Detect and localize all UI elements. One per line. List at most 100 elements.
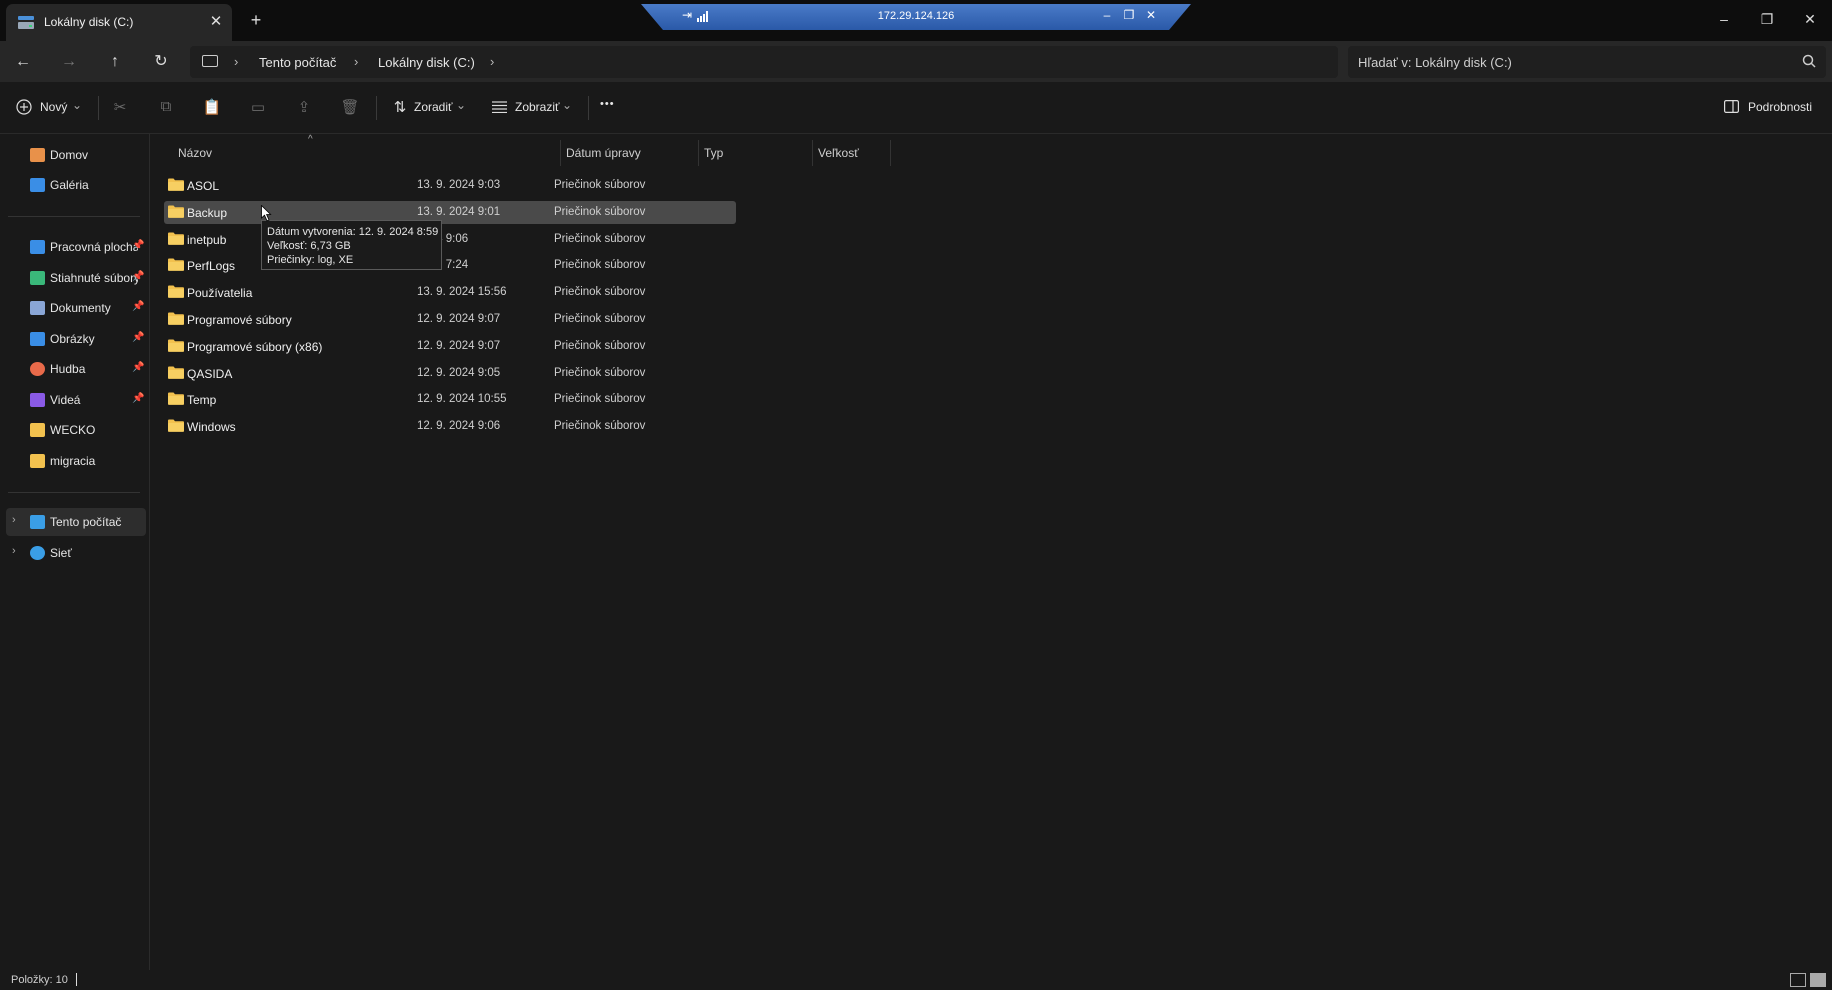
file-date: 12. 9. 2024 10:55 bbox=[417, 393, 507, 406]
forward-button[interactable]: → bbox=[56, 50, 82, 74]
divider bbox=[588, 96, 589, 120]
pin-icon: 📌 bbox=[132, 301, 145, 312]
sidebar-item-videos[interactable]: Videá 📌 bbox=[6, 386, 146, 414]
network-icon bbox=[30, 546, 45, 560]
tab-close-button[interactable]: ✕ bbox=[206, 12, 226, 32]
address-bar[interactable]: › Tento počítač › Lokálny disk (C:) › bbox=[190, 46, 1338, 78]
sidebar-item-documents[interactable]: Dokumenty 📌 bbox=[6, 294, 146, 322]
rename-icon[interactable]: ▭ bbox=[248, 98, 268, 116]
computer-icon bbox=[30, 515, 45, 529]
sidebar-item-wecko[interactable]: WECKO bbox=[6, 416, 146, 444]
file-row[interactable]: PerfLogs 2022 7:24 Priečinok súborov bbox=[164, 254, 736, 277]
column-header-size[interactable]: Veľkosť bbox=[812, 140, 891, 166]
more-options-button[interactable]: ••• bbox=[600, 98, 615, 110]
file-type: Priečinok súborov bbox=[554, 205, 646, 218]
folder-icon bbox=[30, 423, 45, 437]
view-icon bbox=[492, 101, 507, 113]
refresh-button[interactable]: ↻ bbox=[148, 50, 174, 74]
breadcrumb-this-pc[interactable]: Tento počítač bbox=[259, 55, 336, 70]
sidebar-item-migracia[interactable]: migracia bbox=[6, 447, 146, 475]
file-date: 12. 9. 2024 9:07 bbox=[417, 339, 501, 352]
breadcrumb-chevron[interactable]: › bbox=[234, 54, 238, 69]
rdp-minimize-button[interactable]: – bbox=[1099, 8, 1115, 22]
tab-local-disk[interactable]: Lokálny disk (C:) ✕ bbox=[6, 4, 232, 41]
pin-icon: 📌 bbox=[132, 362, 145, 373]
column-header-type[interactable]: Typ bbox=[698, 140, 813, 166]
folder-icon bbox=[168, 258, 184, 272]
item-count: Položky: 10 bbox=[11, 974, 68, 986]
documents-icon bbox=[30, 301, 45, 315]
column-header-date[interactable]: Dátum úpravy bbox=[560, 140, 699, 166]
sidebar-item-label: Pracovná plocha bbox=[50, 240, 138, 254]
details-view-button[interactable] bbox=[1790, 973, 1806, 987]
file-row[interactable]: inetpub 2024 9:06 Priečinok súborov bbox=[164, 228, 736, 251]
file-row[interactable]: Programové súbory 12. 9. 2024 9:07 Priečin… bbox=[164, 308, 736, 331]
tiles-view-button[interactable] bbox=[1810, 973, 1826, 987]
delete-icon[interactable]: 🗑 bbox=[340, 98, 360, 116]
file-name: Temp bbox=[187, 393, 217, 408]
search-icon bbox=[1802, 54, 1816, 68]
file-date: 13. 9. 2024 9:01 bbox=[417, 205, 501, 218]
file-name: Backup bbox=[187, 205, 228, 220]
file-row[interactable]: Temp 12. 9. 2024 10:55 Priečinok súborov bbox=[164, 388, 736, 411]
breadcrumb-local-disk[interactable]: Lokálny disk (C:) bbox=[378, 55, 475, 70]
expand-chevron-icon[interactable]: › bbox=[12, 545, 16, 557]
pictures-icon bbox=[30, 332, 45, 346]
file-type: Priečinok súborov bbox=[554, 313, 646, 325]
rdp-restore-button[interactable]: ❐ bbox=[1121, 8, 1137, 22]
sidebar-item-network[interactable]: › Sieť bbox=[6, 539, 146, 567]
breadcrumb-chevron[interactable]: › bbox=[354, 54, 358, 69]
sort-caret-icon: ^ bbox=[308, 134, 313, 145]
file-row[interactable]: Backup 13. 9. 2024 9:01 Priečinok súborov bbox=[164, 200, 736, 224]
up-button[interactable]: ↑ bbox=[102, 50, 128, 74]
file-row[interactable]: Windows 12. 9. 2024 9:06 Priečinok súborov bbox=[164, 415, 736, 438]
search-input[interactable]: Hľadať v: Lokálny disk (C:) bbox=[1358, 55, 1512, 70]
sidebar-item-label: Domov bbox=[50, 148, 89, 162]
folder-icon bbox=[168, 178, 184, 191]
search-box[interactable]: Hľadať v: Lokálny disk (C:) bbox=[1348, 46, 1826, 78]
column-divider[interactable] bbox=[890, 140, 891, 166]
rdp-close-button[interactable]: ✕ bbox=[1143, 8, 1159, 22]
file-row[interactable]: Programové súbory (x86) 12. 9. 2024 9:07 P… bbox=[164, 335, 736, 358]
sidebar-item-label: Obrázky bbox=[50, 332, 95, 346]
close-button[interactable]: ✕ bbox=[1795, 8, 1825, 30]
maximize-button[interactable]: ❐ bbox=[1752, 8, 1782, 30]
breadcrumb-chevron[interactable]: › bbox=[490, 54, 494, 69]
paste-icon[interactable]: 📋 bbox=[202, 98, 222, 116]
column-header-label: Veľkosť bbox=[818, 146, 859, 160]
sidebar-item-label: Videá bbox=[50, 393, 81, 407]
computer-icon bbox=[202, 55, 218, 67]
sidebar-item-label: Galéria bbox=[50, 178, 89, 192]
folder-icon bbox=[168, 366, 184, 379]
file-type: Priečinok súborov bbox=[554, 339, 646, 352]
sidebar-item-downloads[interactable]: Stiahnuté súbory 📌 bbox=[6, 264, 146, 292]
share-icon[interactable]: ⇪ bbox=[294, 98, 314, 116]
file-row[interactable]: QASIDA 12. 9. 2024 9:05 Priečinok súborov bbox=[164, 362, 736, 385]
details-button[interactable]: Podrobnosti bbox=[1748, 100, 1812, 114]
sort-button[interactable]: Zoradiť bbox=[414, 100, 453, 114]
new-button[interactable]: Nový bbox=[40, 100, 67, 114]
file-row[interactable]: Používatelia 13. 9. 2024 15:56 Priečinok s… bbox=[164, 281, 736, 304]
sidebar-item-home[interactable]: Domov bbox=[6, 141, 146, 169]
expand-chevron-icon[interactable]: › bbox=[12, 514, 16, 526]
drive-icon bbox=[18, 16, 34, 29]
divider bbox=[8, 492, 140, 493]
new-tab-button[interactable]: + bbox=[244, 10, 268, 32]
sidebar-item-this-pc[interactable]: › Tento počítač bbox=[6, 508, 146, 536]
file-name: Programové súbory (x86) bbox=[187, 339, 323, 354]
folder-icon bbox=[168, 419, 184, 432]
sidebar-item-gallery[interactable]: Galéria bbox=[6, 171, 146, 199]
minimize-button[interactable]: – bbox=[1709, 8, 1739, 30]
sidebar-item-music[interactable]: Hudba 📌 bbox=[6, 355, 146, 383]
copy-icon[interactable]: ⧉ bbox=[156, 98, 176, 116]
cut-icon[interactable]: ✂ bbox=[110, 98, 130, 116]
back-button[interactable]: ← bbox=[10, 50, 36, 74]
file-row[interactable]: ASOL 13. 9. 2024 9:03 Priečinok súborov bbox=[164, 174, 736, 197]
view-button[interactable]: Zobraziť bbox=[515, 100, 560, 114]
sidebar-item-pictures[interactable]: Obrázky 📌 bbox=[6, 325, 146, 353]
tooltip-size: Veľkosť: 6,73 GB bbox=[267, 240, 351, 252]
sidebar-item-desktop[interactable]: Pracovná plocha 📌 bbox=[6, 233, 146, 261]
column-header-name[interactable]: Názov ^ bbox=[172, 134, 561, 166]
file-type: Priečinok súborov bbox=[554, 286, 646, 299]
column-header-label: Názov bbox=[178, 146, 213, 160]
